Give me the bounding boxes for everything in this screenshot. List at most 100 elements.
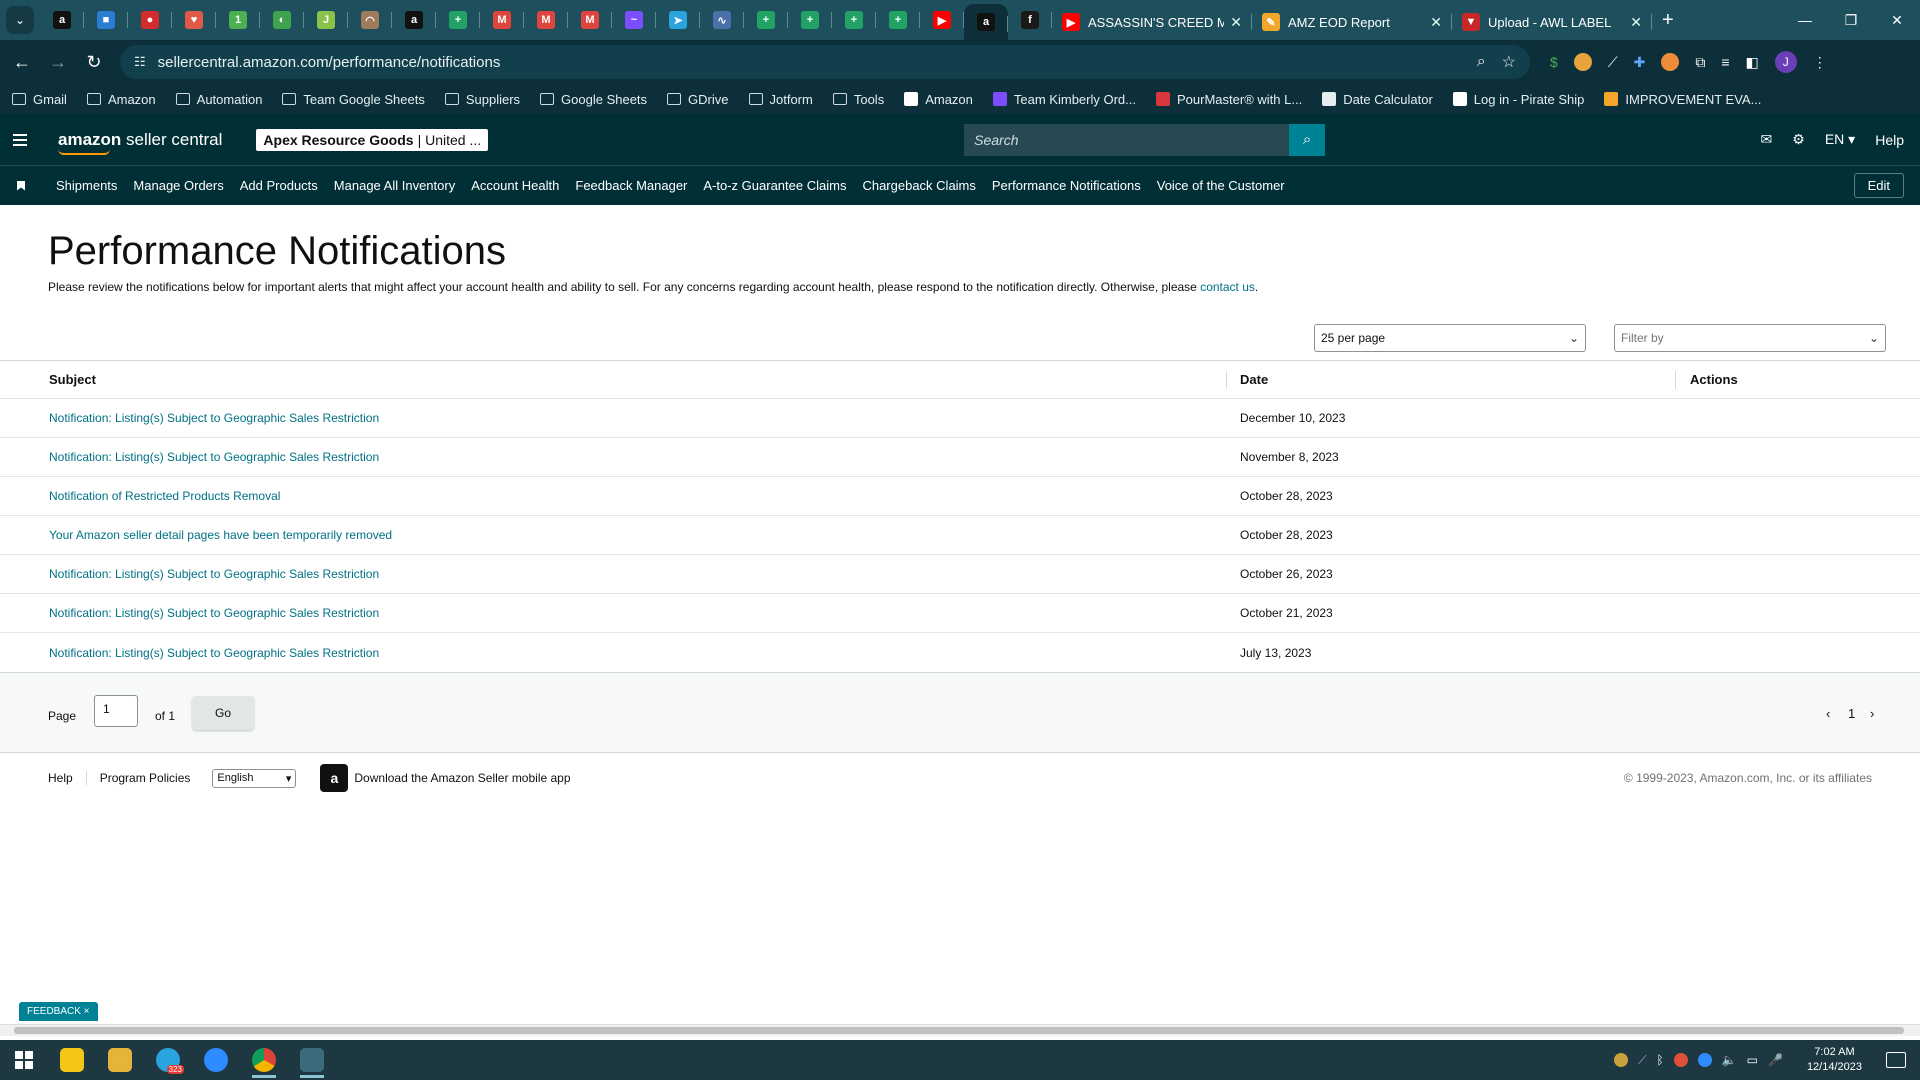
- close-tab-icon[interactable]: ✕: [1430, 14, 1442, 31]
- bookmark-item[interactable]: GDrive: [667, 92, 729, 107]
- bookmark-item[interactable]: PourMaster® with L...: [1156, 92, 1302, 107]
- pinned-tab[interactable]: ▶: [920, 0, 964, 40]
- bookmark-item[interactable]: Amazon: [86, 92, 156, 107]
- notification-subject-link[interactable]: Notification of Restricted Products Remo…: [49, 489, 280, 503]
- pinned-tab[interactable]: 1: [216, 0, 260, 40]
- taskbar-clock[interactable]: 7:02 AM 12/14/2023: [1807, 1045, 1862, 1075]
- side-panel-icon[interactable]: ◧: [1746, 54, 1759, 71]
- settings-gear-icon[interactable]: ⚙: [1792, 131, 1805, 148]
- pinned-tab[interactable]: M: [480, 0, 524, 40]
- extension-dollar-icon[interactable]: $: [1550, 54, 1558, 70]
- bookmark-item[interactable]: Google Sheets: [540, 92, 647, 107]
- bookmark-item[interactable]: Date Calculator: [1322, 92, 1433, 107]
- nav-link[interactable]: Shipments: [56, 178, 117, 193]
- pinned-tab[interactable]: ●: [128, 0, 172, 40]
- tray-app-icon[interactable]: [1614, 1053, 1629, 1067]
- browser-tab[interactable]: ▶ ASSASSIN'S CREED MIRA ✕: [1052, 4, 1252, 40]
- footer-language-select[interactable]: English ▾: [212, 768, 297, 788]
- horizontal-scrollbar[interactable]: [0, 1024, 1920, 1036]
- notification-subject-link[interactable]: Notification: Listing(s) Subject to Geog…: [49, 450, 379, 464]
- sticky-notes-icon[interactable]: [48, 1040, 96, 1080]
- pinned-tab[interactable]: a: [392, 0, 436, 40]
- bookmark-icon[interactable]: [17, 180, 25, 191]
- telegram-taskbar-icon[interactable]: 323: [144, 1040, 192, 1080]
- browser-tab[interactable]: ▼ Upload - AWL LABEL ✕: [1452, 4, 1652, 40]
- pinned-tab[interactable]: +: [788, 0, 832, 40]
- pinned-tab[interactable]: M: [568, 0, 612, 40]
- restore-icon[interactable]: ❐: [1828, 12, 1874, 29]
- network-icon[interactable]: ▭: [1747, 1053, 1758, 1067]
- browser-tab[interactable]: ✎ AMZ EOD Report ✕: [1252, 4, 1452, 40]
- extension-pen-icon[interactable]: ⟋: [1608, 54, 1618, 71]
- pinned-tab[interactable]: ■: [84, 0, 128, 40]
- per-page-select[interactable]: 25 per page ⌄: [1314, 324, 1586, 352]
- help-link[interactable]: Help: [1875, 132, 1904, 148]
- pinned-tab[interactable]: M: [524, 0, 568, 40]
- pinned-tab[interactable]: a: [964, 4, 1008, 40]
- bookmark-item[interactable]: Tools: [832, 92, 884, 107]
- new-tab-plus-icon[interactable]: +: [1662, 9, 1674, 32]
- media-control-icon[interactable]: ≡: [1721, 54, 1729, 70]
- extension-circle-icon[interactable]: [1661, 53, 1680, 71]
- extension-puzzle-blue-icon[interactable]: ✚: [1634, 54, 1646, 71]
- previous-page-chevron-icon[interactable]: ‹: [1826, 706, 1830, 721]
- forward-arrow-icon[interactable]: →: [40, 52, 76, 73]
- nav-link[interactable]: Manage Orders: [133, 178, 223, 193]
- search-input[interactable]: Search: [964, 123, 1290, 156]
- notification-subject-link[interactable]: Notification: Listing(s) Subject to Geog…: [49, 606, 379, 620]
- notification-subject-link[interactable]: Notification: Listing(s) Subject to Geog…: [49, 411, 379, 425]
- address-bar[interactable]: ☷ sellercentral.amazon.com/performance/n…: [120, 45, 1530, 79]
- bookmark-item[interactable]: Team Kimberly Ord...: [992, 92, 1136, 107]
- bookmark-item[interactable]: Automation: [175, 92, 262, 107]
- footer-help-link[interactable]: Help: [48, 771, 87, 785]
- bookmark-item[interactable]: Jotform: [748, 92, 813, 107]
- tray-pen-icon[interactable]: ⟋: [1638, 1053, 1646, 1068]
- nav-link[interactable]: Account Health: [471, 178, 559, 193]
- pinned-tab[interactable]: ◐: [260, 0, 304, 40]
- seller-central-logo[interactable]: amazon seller central: [58, 130, 222, 155]
- current-page-number[interactable]: 1: [1848, 706, 1855, 721]
- speaker-icon[interactable]: 🔈: [1722, 1053, 1737, 1067]
- go-button[interactable]: Go: [192, 696, 254, 730]
- chrome-taskbar-icon[interactable]: [240, 1040, 288, 1080]
- reload-icon[interactable]: ↻: [76, 52, 112, 73]
- pinned-tab[interactable]: +: [436, 0, 480, 40]
- pinned-tab[interactable]: ◠: [348, 0, 392, 40]
- next-page-chevron-icon[interactable]: ›: [1870, 706, 1874, 721]
- bluetooth-icon[interactable]: ᛒ: [1656, 1053, 1663, 1067]
- bookmark-item[interactable]: Amazon: [904, 92, 973, 107]
- scrollbar-thumb[interactable]: [14, 1027, 1904, 1034]
- nav-link[interactable]: Chargeback Claims: [862, 178, 975, 193]
- close-window-icon[interactable]: ✕: [1874, 12, 1920, 29]
- edit-nav-button[interactable]: Edit: [1853, 173, 1904, 198]
- nav-link[interactable]: Voice of the Customer: [1157, 178, 1285, 193]
- microphone-icon[interactable]: 🎤: [1768, 1053, 1783, 1067]
- close-tab-icon[interactable]: ✕: [1630, 14, 1642, 31]
- filter-select[interactable]: Filter by ⌄: [1614, 324, 1886, 352]
- hamburger-menu-icon[interactable]: [0, 133, 40, 146]
- extension-cookie-icon[interactable]: [1573, 53, 1592, 71]
- windows-start-icon[interactable]: [0, 1051, 48, 1069]
- mail-icon[interactable]: ✉: [1761, 131, 1773, 148]
- nav-link[interactable]: Add Products: [240, 178, 318, 193]
- pinned-tab[interactable]: +: [832, 0, 876, 40]
- tray-red-icon[interactable]: [1673, 1053, 1688, 1067]
- mobile-app-promo[interactable]: a Download the Amazon Seller mobile app: [320, 764, 571, 792]
- tray-zoom-icon[interactable]: [1697, 1053, 1712, 1067]
- contact-us-link[interactable]: contact us: [1200, 280, 1255, 294]
- profile-avatar[interactable]: J: [1774, 51, 1797, 73]
- nav-link[interactable]: Feedback Manager: [575, 178, 687, 193]
- column-header-subject[interactable]: Subject: [49, 372, 96, 387]
- minimize-icon[interactable]: —: [1782, 12, 1828, 29]
- pinned-tab[interactable]: +: [876, 0, 920, 40]
- pinned-tab[interactable]: +: [744, 0, 788, 40]
- calculator-taskbar-icon[interactable]: [288, 1040, 336, 1080]
- notification-subject-link[interactable]: Notification: Listing(s) Subject to Geog…: [49, 567, 379, 581]
- bookmark-item[interactable]: Gmail: [12, 92, 67, 107]
- store-switcher[interactable]: Apex Resource Goods | United ...: [256, 128, 489, 151]
- pinned-tab[interactable]: ~: [612, 0, 656, 40]
- language-selector[interactable]: EN ▾: [1825, 131, 1855, 148]
- bookmark-star-icon[interactable]: ☆: [1502, 52, 1516, 72]
- pinned-tab[interactable]: ➤: [656, 0, 700, 40]
- bookmark-item[interactable]: IMPROVEMENT EVA...: [1604, 92, 1761, 107]
